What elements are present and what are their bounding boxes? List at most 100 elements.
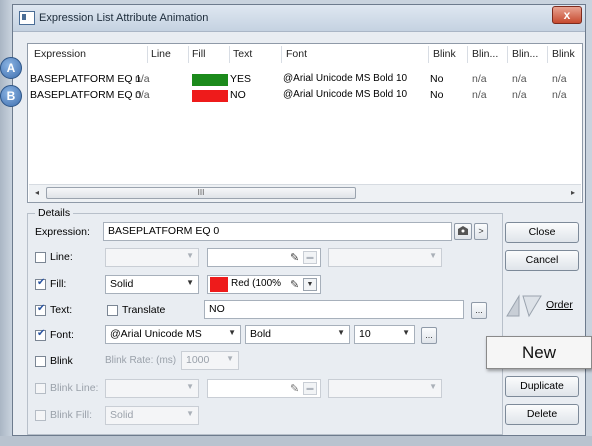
line-checkbox[interactable] bbox=[35, 252, 46, 263]
blink-line-color-picker[interactable]: ✎ ▬ bbox=[207, 379, 321, 398]
chevron-down-icon: ▼ bbox=[226, 354, 234, 363]
eyedropper-icon[interactable]: ✎ bbox=[290, 278, 299, 291]
fill-color-label: Red (100% bbox=[231, 278, 282, 289]
fill-color-picker[interactable]: Red (100% ✎ ▼ bbox=[207, 275, 321, 294]
fill-checkbox[interactable] bbox=[35, 277, 46, 290]
font-label: Font: bbox=[50, 329, 74, 341]
delete-button[interactable]: Delete bbox=[505, 404, 579, 425]
text-label: Text: bbox=[50, 304, 73, 316]
blink-fill-style-dropdown[interactable]: Solid ▼ bbox=[105, 406, 199, 425]
line-color-picker[interactable]: ✎ ▬ bbox=[207, 248, 321, 267]
chevron-down-icon: ▼ bbox=[429, 382, 437, 391]
translate-checkbox[interactable] bbox=[107, 305, 118, 316]
column-header-blink-2[interactable]: Blin... bbox=[472, 48, 498, 60]
scroll-left-arrow-icon[interactable]: ◂ bbox=[32, 187, 42, 199]
chevron-down-icon: ▼ bbox=[186, 409, 194, 418]
window-title: Expression List Attribute Animation bbox=[39, 12, 209, 24]
blink-rate-dropdown[interactable]: 1000 ▼ bbox=[181, 351, 239, 370]
blink-line-checkbox[interactable] bbox=[35, 383, 46, 394]
row-blink-4: n/a bbox=[552, 73, 567, 85]
blink-line-label: Blink Line: bbox=[50, 382, 99, 394]
close-button[interactable]: Close bbox=[505, 222, 579, 243]
fill-label: Fill: bbox=[50, 278, 67, 290]
expression-next-button[interactable]: > bbox=[474, 223, 488, 240]
column-header-font[interactable]: Font bbox=[286, 48, 307, 60]
table-row[interactable]: BASEPLATFORM EQ 1 n/a YES @Arial Unicode… bbox=[28, 72, 582, 88]
text-checkbox[interactable] bbox=[35, 303, 46, 316]
chevron-down-icon: ▼ bbox=[228, 328, 236, 337]
blink-fill-style-value: Solid bbox=[110, 409, 134, 421]
order-button[interactable]: Order bbox=[503, 293, 581, 319]
window-icon bbox=[19, 11, 35, 25]
row-blink-4: n/a bbox=[552, 89, 567, 101]
fill-color-swatch bbox=[210, 277, 228, 292]
font-size-dropdown[interactable]: 10 ▼ bbox=[354, 325, 415, 344]
column-divider bbox=[147, 46, 148, 63]
row-font: @Arial Unicode MS Bold 10 bbox=[283, 89, 408, 100]
callout-badge-a: A bbox=[0, 57, 22, 79]
column-header-blink-3[interactable]: Blin... bbox=[512, 48, 538, 60]
column-divider bbox=[281, 46, 282, 63]
table-row[interactable]: BASEPLATFORM EQ 0 n/a NO @Arial Unicode … bbox=[28, 88, 582, 104]
chevron-down-icon: ▼ bbox=[186, 251, 194, 260]
blink-rate-value: 1000 bbox=[186, 354, 210, 366]
order-label: Order bbox=[546, 299, 573, 311]
blink-line-style-dropdown[interactable]: ▼ bbox=[105, 379, 199, 398]
row-text: NO bbox=[230, 89, 246, 101]
expression-input[interactable]: BASEPLATFORM EQ 0 bbox=[103, 222, 452, 241]
column-header-fill[interactable]: Fill bbox=[192, 48, 205, 60]
blink-line-width-dropdown[interactable]: ▼ bbox=[328, 379, 442, 398]
bottom-strip bbox=[0, 436, 592, 446]
eyedropper-icon[interactable]: ✎ bbox=[290, 382, 299, 395]
column-header-line[interactable]: Line bbox=[151, 48, 171, 60]
column-divider bbox=[507, 46, 508, 63]
column-divider bbox=[229, 46, 230, 63]
column-header-blink-4[interactable]: Blink bbox=[552, 48, 575, 60]
column-header-blink[interactable]: Blink bbox=[433, 48, 456, 60]
fill-style-dropdown[interactable]: Solid ▼ bbox=[105, 275, 199, 294]
blink-checkbox[interactable] bbox=[35, 356, 46, 367]
row-blink-2: n/a bbox=[472, 89, 487, 101]
line-color-menu-button[interactable]: ▬ bbox=[303, 251, 317, 264]
row-font: @Arial Unicode MS Bold 10 bbox=[283, 73, 408, 84]
fill-color-menu-button[interactable]: ▼ bbox=[303, 278, 317, 291]
row-blink: No bbox=[430, 89, 444, 101]
scroll-thumb[interactable]: III bbox=[46, 187, 356, 199]
expression-list[interactable]: Expression Line Fill Text Font Blink Bli… bbox=[27, 43, 583, 203]
new-button[interactable]: New bbox=[486, 336, 592, 369]
row-blink-3: n/a bbox=[512, 73, 527, 85]
text-value-input[interactable]: NO bbox=[204, 300, 464, 319]
column-header-expression[interactable]: Expression bbox=[34, 48, 86, 60]
details-group bbox=[27, 213, 503, 435]
close-window-button[interactable]: x bbox=[552, 6, 582, 24]
blink-fill-checkbox[interactable] bbox=[35, 410, 46, 421]
horizontal-scrollbar[interactable]: ◂ III ▸ bbox=[29, 184, 581, 202]
blink-line-color-menu-button[interactable]: ▬ bbox=[303, 382, 317, 395]
line-width-dropdown[interactable]: ▼ bbox=[328, 248, 442, 267]
chevron-down-icon: ▼ bbox=[186, 278, 194, 287]
order-arrows-icon bbox=[506, 294, 542, 318]
tag-icon[interactable] bbox=[454, 223, 472, 240]
column-header-text[interactable]: Text bbox=[233, 48, 252, 60]
row-expression: BASEPLATFORM EQ 1 bbox=[30, 73, 142, 85]
font-checkbox[interactable] bbox=[35, 328, 46, 341]
row-expression: BASEPLATFORM EQ 0 bbox=[30, 89, 142, 101]
chevron-down-icon: ▼ bbox=[429, 251, 437, 260]
font-style-dropdown[interactable]: Bold ▼ bbox=[245, 325, 350, 344]
expression-label: Expression: bbox=[35, 226, 90, 238]
row-blink: No bbox=[430, 73, 444, 85]
cancel-button[interactable]: Cancel bbox=[505, 250, 579, 271]
font-family-value: @Arial Unicode MS bbox=[110, 328, 202, 340]
row-fill-swatch bbox=[192, 74, 228, 86]
scroll-right-arrow-icon[interactable]: ▸ bbox=[568, 187, 578, 199]
font-family-dropdown[interactable]: @Arial Unicode MS ▼ bbox=[105, 325, 241, 344]
font-more-button[interactable]: ... bbox=[421, 327, 437, 344]
chevron-down-icon: ▼ bbox=[402, 328, 410, 337]
duplicate-button[interactable]: Duplicate bbox=[505, 376, 579, 397]
text-more-button[interactable]: ... bbox=[471, 302, 487, 319]
dialog-window: Expression List Attribute Animation x Ex… bbox=[12, 4, 586, 436]
line-style-dropdown[interactable]: ▼ bbox=[105, 248, 199, 267]
eyedropper-icon[interactable]: ✎ bbox=[290, 251, 299, 264]
column-divider bbox=[547, 46, 548, 63]
font-size-value: 10 bbox=[359, 328, 371, 340]
